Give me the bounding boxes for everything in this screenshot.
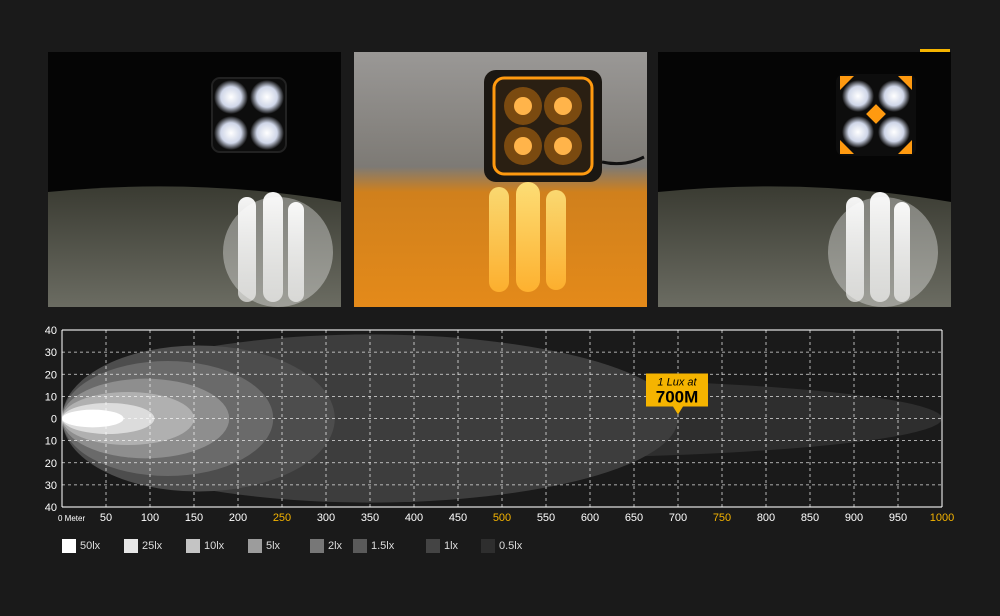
x-axis-ticks: 0 Meter 50 100 150 200 250 300 350 400 450 500 550 6… (58, 512, 954, 524)
legend-item: 25lx (124, 538, 162, 554)
legend-swatch (186, 539, 200, 553)
y-tick-label: 10 (45, 391, 57, 403)
legend-label: 1.5lx (371, 540, 395, 552)
legend-label: 5lx (266, 540, 281, 552)
legend-swatch (353, 539, 367, 553)
legend-item: 0.5lx (481, 538, 522, 554)
legend-item: 5lx (248, 538, 280, 554)
x-tick-label: 450 (449, 512, 467, 524)
legend-item: 50lx (62, 538, 100, 554)
x-tick-label: 950 (889, 512, 907, 524)
x-tick-label: 500 (493, 512, 511, 524)
legend-swatch (124, 539, 138, 553)
legend-item: 1lx (426, 538, 458, 554)
legend-item: 2lx (310, 538, 342, 554)
chart-legend: 50lx 25lx 10lx 5lx 2lx 1.5lx 1lx 0.5lx (62, 538, 962, 554)
x-tick-label: 400 (405, 512, 423, 524)
y-tick-label: 10 (45, 436, 57, 448)
y-axis-ticks: 40 30 20 10 0 10 20 30 40 (45, 325, 57, 514)
legend-label: 25lx (142, 540, 163, 552)
legend-label: 10lx (204, 540, 225, 552)
legend-swatch (481, 539, 495, 553)
x-tick-label: 750 (713, 512, 731, 524)
legend-label: 1lx (444, 540, 459, 552)
y-tick-label: 30 (45, 347, 57, 359)
photo-amber-mode (354, 52, 647, 307)
legend-swatch (62, 539, 76, 553)
x-tick-label: 350 (361, 512, 379, 524)
y-tick-label: 20 (45, 458, 57, 470)
photo-white-mode (48, 52, 341, 307)
y-tick-label: 40 (45, 325, 57, 337)
y-tick-label: 20 (45, 369, 57, 381)
legend-label: 50lx (80, 540, 101, 552)
legend-swatch (310, 539, 324, 553)
x-tick-label: 1000 (930, 512, 954, 524)
x-tick-label: 600 (581, 512, 599, 524)
x-tick-label: 650 (625, 512, 643, 524)
legend-label: 2lx (328, 540, 343, 552)
x-tick-label: 850 (801, 512, 819, 524)
legend-item: 1.5lx (353, 538, 394, 554)
photo-white-amber-mode (658, 52, 951, 307)
legend-item: 10lx (186, 538, 224, 554)
y-tick-label: 30 (45, 480, 57, 492)
x-tick-label: 800 (757, 512, 775, 524)
legend-label: 0.5lx (499, 540, 523, 552)
lux-callout-line2: 700M (656, 388, 699, 407)
x-tick-label: 700 (669, 512, 687, 524)
legend-swatch (248, 539, 262, 553)
y-tick-label: 40 (45, 502, 57, 514)
legend-swatch (426, 539, 440, 553)
x-tick-label: 250 (273, 512, 291, 524)
x-tick-label: 550 (537, 512, 555, 524)
x-tick-label: 50 (100, 512, 112, 524)
x-tick-label: 100 (141, 512, 159, 524)
x-tick-label: 300 (317, 512, 335, 524)
x-tick-label: 150 (185, 512, 203, 524)
x-tick-label: 900 (845, 512, 863, 524)
y-tick-label: 0 (51, 414, 57, 426)
x-tick-label: 0 Meter (58, 514, 85, 523)
x-tick-label: 200 (229, 512, 247, 524)
